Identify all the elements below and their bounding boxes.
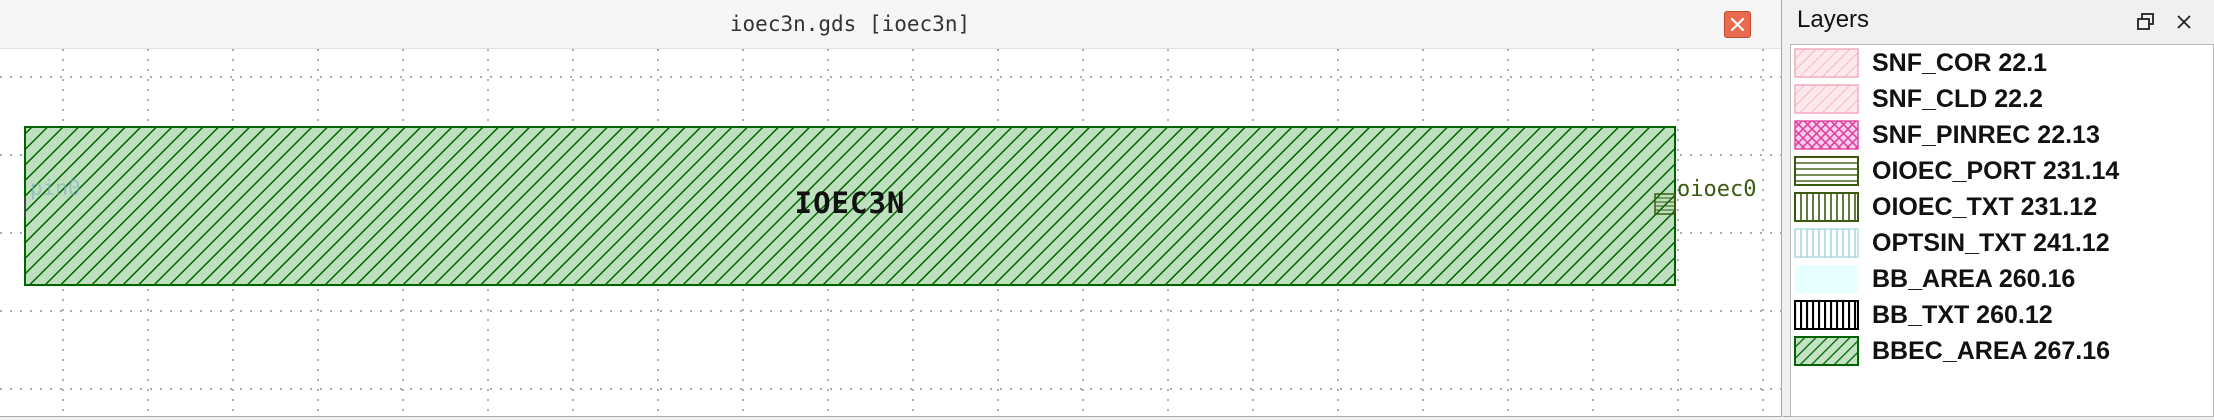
layer-swatch <box>1794 48 1859 78</box>
right-port[interactable] <box>1654 193 1676 215</box>
layer-label: BB_TXT 260.12 <box>1872 301 2053 329</box>
layer-label: SNF_COR 22.1 <box>1872 49 2048 77</box>
layer-row[interactable]: BB_TXT 260.12 <box>1791 297 2211 333</box>
restore-window-icon <box>2137 13 2154 30</box>
layer-row[interactable]: BBEC_AREA 267.16 <box>1791 333 2211 369</box>
layer-label: SNF_CLD 22.2 <box>1872 85 2043 113</box>
layers-panel-title: Layers <box>1797 6 1870 33</box>
layer-swatch <box>1795 265 1858 293</box>
layout-viewer-window: ioec3n.gds [ioec3n] pin0 IOEC3N oioec0 <box>0 0 1782 417</box>
layer-row[interactable]: OIOEC_PORT 231.14 <box>1791 153 2211 189</box>
window-title: ioec3n.gds [ioec3n] <box>729 12 971 36</box>
close-icon <box>1730 17 1745 32</box>
layer-row[interactable]: OIOEC_TXT 231.12 <box>1791 189 2211 225</box>
layer-row[interactable]: SNF_COR 22.1 <box>1791 45 2211 81</box>
layer-label: BB_AREA 260.16 <box>1872 265 2076 293</box>
layer-list[interactable]: SNF_COR 22.1 SNF_CLD 22.2 SNF_PINREC 22.… <box>1790 44 2214 417</box>
cell-name-label: IOEC3N <box>795 186 906 220</box>
layer-label: BBEC_AREA 267.16 <box>1872 337 2111 365</box>
port-left-label: pin0 <box>30 176 81 200</box>
layer-swatch <box>1794 84 1859 114</box>
layer-label: OIOEC_TXT 231.12 <box>1872 193 2098 221</box>
layer-row[interactable]: OPTSIN_TXT 241.12 <box>1791 225 2211 261</box>
layout-drawing: pin0 IOEC3N oioec0 <box>0 49 1781 416</box>
layers-panel-header: Layers <box>1783 0 2214 44</box>
layer-swatch <box>1794 336 1859 366</box>
layer-swatch <box>1794 228 1859 258</box>
layer-swatch <box>1794 156 1859 186</box>
layer-row[interactable]: BB_AREA 260.16 <box>1791 261 2211 297</box>
layer-label: OIOEC_PORT 231.14 <box>1872 157 2120 185</box>
layer-label: OPTSIN_TXT 241.12 <box>1872 229 2110 257</box>
layer-label: SNF_PINREC 22.13 <box>1872 121 2100 149</box>
float-panel-button[interactable] <box>2135 11 2157 33</box>
layers-panel: Layers SNF_COR 22.1 SNF_CLD 22.2 SNF_PIN… <box>1783 0 2214 417</box>
layer-swatch <box>1794 192 1859 222</box>
close-icon <box>2177 15 2191 29</box>
layer-swatch <box>1794 120 1859 150</box>
layer-row[interactable]: SNF_CLD 22.2 <box>1791 81 2211 117</box>
port-right-label: oioec0 <box>1677 177 1756 202</box>
layer-row[interactable]: SNF_PINREC 22.13 <box>1791 117 2211 153</box>
layer-swatch <box>1794 300 1859 330</box>
panel-close-button[interactable] <box>2173 11 2195 33</box>
title-bar: ioec3n.gds [ioec3n] <box>0 0 1781 49</box>
close-button[interactable] <box>1724 11 1751 38</box>
layout-canvas[interactable]: pin0 IOEC3N oioec0 <box>0 49 1781 416</box>
